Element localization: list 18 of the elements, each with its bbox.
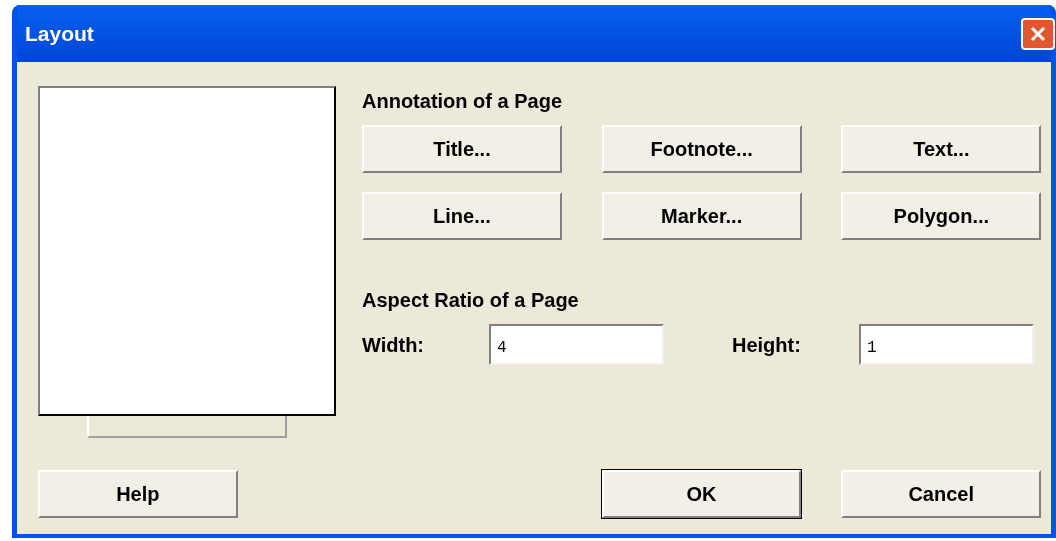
cancel-button[interactable]: Cancel: [841, 470, 1041, 518]
section-heading: Annotation of a Page: [362, 91, 563, 111]
window-title: Layout: [25, 20, 94, 47]
section-heading: Aspect Ratio of a Page: [362, 290, 580, 310]
ok-button[interactable]: OK: [601, 470, 802, 518]
annotation-button[interactable]: Text...: [841, 125, 1042, 173]
annotation-button[interactable]: Polygon...: [841, 192, 1042, 240]
annotation-button[interactable]: Footnote...: [601, 125, 802, 173]
help-button[interactable]: Help: [38, 470, 238, 518]
annotation-button[interactable]: Marker...: [601, 192, 802, 240]
text-field[interactable]: 1: [859, 324, 1034, 365]
close-button[interactable]: [1021, 17, 1055, 50]
close-icon: [1029, 24, 1047, 43]
field-label: Width:: [362, 332, 425, 358]
field-label: Height:: [732, 332, 802, 358]
annotation-button[interactable]: Title...: [362, 125, 562, 173]
text-field[interactable]: 4: [489, 324, 664, 365]
annotation-button[interactable]: Line...: [362, 192, 562, 240]
